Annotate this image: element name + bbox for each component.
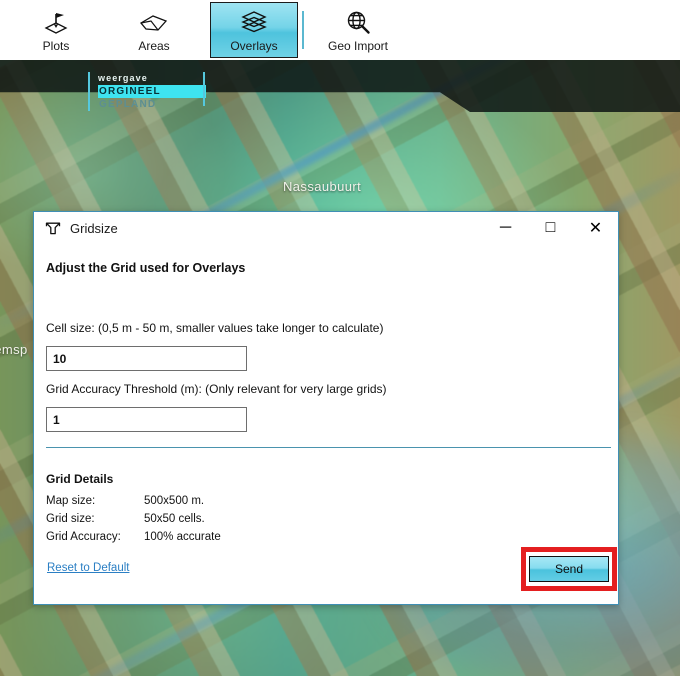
grid-details-key: Grid Accuracy: — [46, 530, 144, 548]
dialog-titlebar[interactable]: Gridsize ─ □ ✕ — [34, 212, 618, 245]
grid-details-heading: Grid Details — [46, 472, 113, 486]
dialog-subtitle: Adjust the Grid used for Overlays — [46, 261, 245, 275]
reset-to-default-link[interactable]: Reset to Default — [47, 562, 129, 574]
table-row: Grid Accuracy: 100% accurate — [46, 530, 221, 548]
dialog-divider — [46, 447, 611, 448]
toolbar-button-plots[interactable]: Plots — [12, 2, 100, 58]
toolbar-button-areas[interactable]: Areas — [110, 2, 198, 58]
toolbar-label-plots: Plots — [43, 40, 70, 52]
maximize-icon[interactable]: □ — [528, 212, 573, 243]
grid-details-key: Map size: — [46, 494, 144, 512]
toolbar-label-areas: Areas — [138, 40, 169, 52]
cell-size-input[interactable] — [46, 346, 247, 371]
minimize-icon[interactable]: ─ — [483, 212, 528, 243]
toolbar-button-geo-import[interactable]: Geo Import — [314, 2, 402, 58]
table-row: Map size: 500x500 m. — [46, 494, 221, 512]
dialog-title: Gridsize — [70, 221, 118, 236]
grid-details-value: 50x50 cells. — [144, 512, 221, 530]
grid-details-value: 500x500 m. — [144, 494, 221, 512]
table-row: Grid size: 50x50 cells. — [46, 512, 221, 530]
send-button[interactable]: Send — [529, 556, 609, 582]
toolbar-label-overlays: Overlays — [230, 40, 277, 52]
window-controls: ─ □ ✕ — [483, 212, 618, 243]
grid-details-key: Grid size: — [46, 512, 144, 530]
grid-details-value: 100% accurate — [144, 530, 221, 548]
grid-accuracy-threshold-input[interactable] — [46, 407, 247, 432]
cell-size-label: Cell size: (0,5 m - 50 m, smaller values… — [46, 321, 383, 335]
main-toolbar: Plots Areas Overlays — [0, 0, 680, 60]
layers-icon — [239, 9, 269, 37]
map-label-clipped: lemsp — [0, 342, 28, 357]
plot-flag-icon — [42, 9, 70, 37]
toolbar-button-overlays[interactable]: Overlays — [210, 2, 298, 58]
grid-accuracy-threshold-label: Grid Accuracy Threshold (m): (Only relev… — [46, 382, 387, 396]
close-icon[interactable]: ✕ — [573, 212, 618, 243]
gridsize-icon — [44, 220, 62, 238]
legend-option-gepland[interactable]: GEPLAND — [98, 98, 206, 111]
area-polygon-icon — [139, 9, 169, 37]
map-label-neighbourhood: Nassaubuurt — [283, 179, 361, 194]
globe-search-icon — [344, 9, 372, 37]
grid-details-table: Map size: 500x500 m. Grid size: 50x50 ce… — [46, 494, 221, 548]
toolbar-label-geo-import: Geo Import — [328, 40, 388, 52]
legend-divider — [203, 72, 205, 106]
toolbar-separator — [302, 11, 304, 49]
map-view-legend: weergave ORGINEEL GEPLAND — [88, 72, 206, 111]
legend-title: weergave — [98, 72, 206, 85]
legend-option-origineel[interactable]: ORGINEEL — [98, 85, 206, 98]
